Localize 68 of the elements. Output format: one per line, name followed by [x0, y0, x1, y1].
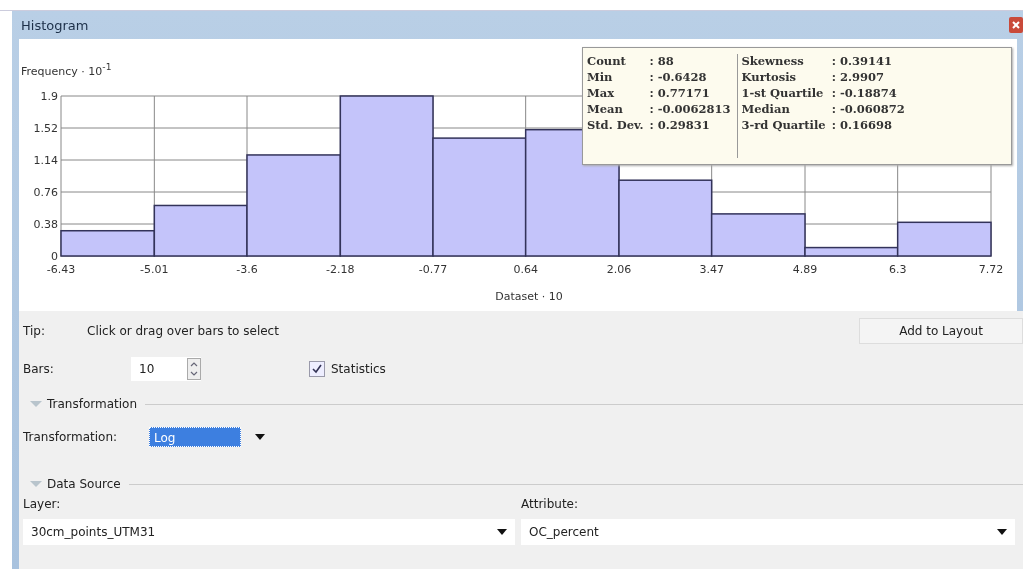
spinner-arrows-icon[interactable]	[187, 358, 201, 380]
statistics-label[interactable]: Statistics	[331, 362, 386, 376]
x-tick-label: -2.18	[326, 263, 355, 276]
histogram-bar[interactable]	[432, 137, 527, 257]
statistic-value: : -0.18874	[831, 86, 898, 100]
caret-icon	[255, 434, 265, 440]
y-tick-label: 0.76	[33, 186, 58, 199]
x-tick-label: -3.6	[236, 263, 258, 276]
tip-text: Click or drag over bars to select	[87, 324, 280, 338]
x-tick-label: -0.77	[418, 263, 448, 276]
layer-dropdown[interactable]: 30cm_points_UTM31	[23, 519, 515, 545]
section-title: Transformation	[47, 397, 138, 411]
histogram-bar[interactable]	[153, 204, 248, 257]
statistic-value: : 0.39141	[831, 54, 893, 68]
x-tick-label: 6.3	[888, 263, 907, 276]
histogram-bar[interactable]	[710, 213, 806, 257]
histogram-bar[interactable]	[246, 154, 342, 257]
histogram-bar[interactable]	[60, 230, 156, 257]
y-tick-label: 1.14	[33, 154, 58, 167]
close-icon[interactable]	[1009, 17, 1023, 33]
statistic-label: Skewness	[741, 54, 805, 68]
window-title: Histogram	[21, 17, 89, 33]
statistics-checkbox[interactable]	[309, 361, 325, 377]
statistic-label: Std. Dev.	[587, 118, 644, 132]
x-tick-label: -6.43	[46, 263, 76, 276]
y-tick-label: 1.9	[40, 90, 58, 103]
tip-label: Tip:	[23, 324, 46, 338]
layer-label: Layer:	[23, 497, 62, 511]
statistic-label: Min	[587, 70, 614, 84]
attribute-dropdown[interactable]: OC_percent	[521, 519, 1015, 545]
section-title: Data Source	[47, 477, 121, 491]
statistic-label: Max	[587, 86, 616, 100]
x-tick-label: 7.72	[978, 263, 1004, 276]
histogram-bar[interactable]	[618, 179, 713, 257]
caret-icon	[497, 529, 507, 535]
histogram-bar[interactable]	[339, 95, 434, 257]
statistic-value: : 0.77171	[649, 86, 711, 100]
y-tick-label: 0.38	[33, 218, 58, 231]
y-tick-label: 0	[51, 250, 58, 263]
transformation-label: Transformation:	[23, 430, 119, 444]
statistic-value: : -0.060872	[831, 102, 905, 116]
statistic-value: : -0.0062813	[649, 102, 731, 116]
bars-label: Bars:	[23, 362, 55, 376]
statistic-label: Median	[741, 102, 791, 116]
statistic-value: : 88	[649, 54, 675, 68]
statistic-label: Mean	[587, 102, 624, 116]
statistic-value: : -0.6428	[649, 70, 708, 84]
x-tick-label: 4.89	[792, 263, 818, 276]
statistic-label: 3-rd Quartile	[741, 118, 826, 132]
caret-icon	[997, 529, 1007, 535]
statistic-label: Kurtosis	[741, 70, 797, 84]
x-axis-title: Dataset · 10	[495, 290, 563, 303]
histogram-bar[interactable]	[896, 221, 992, 257]
y-axis-title: Frequency · 10$^{-1}$	[21, 61, 112, 78]
x-tick-label: 2.06	[606, 263, 632, 276]
statistic-value: : 2.9907	[831, 70, 885, 84]
statistic-label: 1-st Quartile	[741, 86, 825, 100]
statistic-label: Count	[587, 54, 627, 68]
x-tick-label: -5.01	[140, 263, 169, 276]
bars-spinner[interactable]: 10	[131, 357, 201, 381]
attribute-label: Attribute:	[521, 497, 580, 511]
x-tick-label: 3.47	[699, 263, 724, 276]
statistic-value: : 0.16698	[831, 118, 893, 132]
add-to-layout-button[interactable]: Add to Layout	[859, 318, 1023, 344]
histogram-bar[interactable]	[804, 246, 899, 257]
y-tick-label: 1.52	[33, 122, 58, 135]
x-tick-label: 0.64	[513, 263, 538, 276]
statistic-value: : 0.29831	[649, 118, 711, 132]
